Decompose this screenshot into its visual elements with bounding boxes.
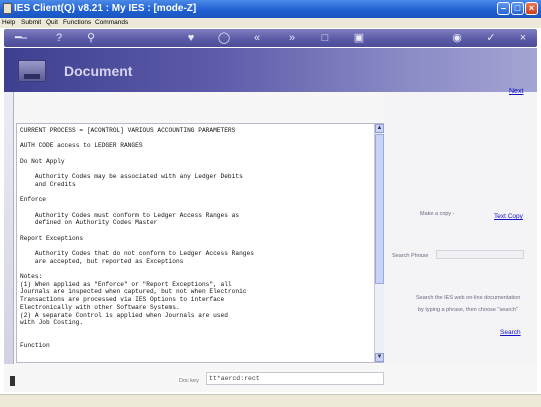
help-icon[interactable]: ?: [52, 31, 66, 45]
heart-icon[interactable]: ♥: [184, 31, 198, 45]
document-line: Report Exceptions: [20, 234, 84, 242]
document-icon: [18, 60, 46, 82]
scroll-thumb[interactable]: [375, 134, 384, 284]
title-bar: IES Client(Q) v8.21 : My IES : [mode-Z] …: [0, 0, 541, 18]
close-window-button[interactable]: ×: [525, 2, 538, 15]
printer-icon[interactable]: □: [318, 31, 332, 45]
save-icon[interactable]: ▣: [352, 31, 366, 45]
document-text: CURRENT PROCESS = [ACONTROL] VARIOUS ACC…: [20, 127, 370, 350]
close-icon[interactable]: ×: [516, 31, 530, 45]
search-help-text-1: Search the IES web on-line documentation: [416, 295, 521, 301]
page-title: Document: [64, 63, 133, 79]
next-link[interactable]: Next: [509, 88, 523, 95]
search-icon[interactable]: ⚲: [84, 31, 98, 45]
globe-icon[interactable]: ◉: [450, 31, 464, 45]
document-line: Notes:: [20, 273, 43, 281]
check-icon[interactable]: ✓: [484, 31, 498, 45]
menu-bar: Help Submit Quit Functions Commands: [0, 18, 541, 28]
menu-commands[interactable]: Commands: [95, 19, 128, 26]
app-icon: [3, 3, 12, 14]
menu-submit[interactable]: Submit: [21, 19, 41, 26]
document-line: with Job Costing.: [20, 319, 84, 327]
make-copy-label: Make a copy -: [420, 211, 455, 217]
key-icon[interactable]: ━⎯: [10, 31, 32, 45]
document-line: Enforce: [20, 196, 46, 204]
left-strip: [4, 92, 14, 392]
document-line: Authority Codes that do not conform to L…: [20, 250, 254, 257]
search-help-text-2: by typing a phrase, then choose "search": [418, 307, 518, 313]
search-phrase-label: Search Phrase: [392, 253, 429, 259]
side-panel: [384, 92, 537, 392]
document-line: Electronically with other Software Syste…: [20, 303, 180, 311]
document-banner: Document: [4, 48, 537, 92]
document-scrollbar[interactable]: ▲ ▼: [374, 124, 384, 362]
info-icon: [10, 376, 15, 386]
minimize-button[interactable]: –: [497, 2, 510, 15]
toolbar: ━⎯ ? ⚲ ♥ ◯ « » □ ▣ ◉ ✓ ×: [4, 29, 537, 47]
document-line: Authority Codes must conform to Ledger A…: [20, 211, 240, 219]
document-line: defined on Authority Codes Master: [20, 219, 158, 227]
scroll-up-button[interactable]: ▲: [375, 124, 384, 133]
rewind-icon[interactable]: «: [250, 31, 264, 45]
menu-help[interactable]: Help: [2, 19, 15, 26]
document-line: AUTH CODE access to LEDGER RANGES: [20, 142, 143, 150]
document-line: Do Not Apply: [20, 157, 65, 165]
scroll-down-button[interactable]: ▼: [375, 353, 384, 362]
document-line: (1) When applied as "Enforce" or "Report…: [20, 280, 232, 288]
document-line: are accepted, but reported as Exceptions: [20, 257, 184, 265]
menu-quit[interactable]: Quit: [46, 19, 58, 26]
doc-key-input[interactable]: tt*aercd:rect: [206, 372, 384, 385]
maximize-button[interactable]: □: [511, 2, 524, 15]
search-link[interactable]: Search: [500, 329, 521, 336]
document-line: Journals are inspected when captured, bu…: [20, 288, 247, 296]
menu-functions[interactable]: Functions: [63, 19, 91, 26]
clock-icon[interactable]: ◯: [217, 31, 231, 45]
status-bar: [0, 394, 541, 407]
document-line: and Credits: [20, 180, 76, 188]
document-line: Authority Codes may be associated with a…: [20, 173, 243, 181]
search-phrase-input[interactable]: [436, 250, 524, 259]
document-line: (2) A separate Control is applied when J…: [20, 311, 228, 319]
document-line: Function: [20, 342, 50, 350]
window-title: IES Client(Q) v8.21 : My IES : [mode-Z]: [14, 3, 197, 14]
document-line: Transactions are processed via IES Optio…: [20, 296, 225, 304]
text-copy-link[interactable]: Text Copy: [494, 213, 523, 220]
document-line: CURRENT PROCESS = [ACONTROL] VARIOUS ACC…: [20, 127, 236, 134]
document-text-area[interactable]: CURRENT PROCESS = [ACONTROL] VARIOUS ACC…: [16, 123, 384, 363]
doc-key-label: Doc key: [179, 378, 199, 384]
fast-forward-icon[interactable]: »: [285, 31, 299, 45]
